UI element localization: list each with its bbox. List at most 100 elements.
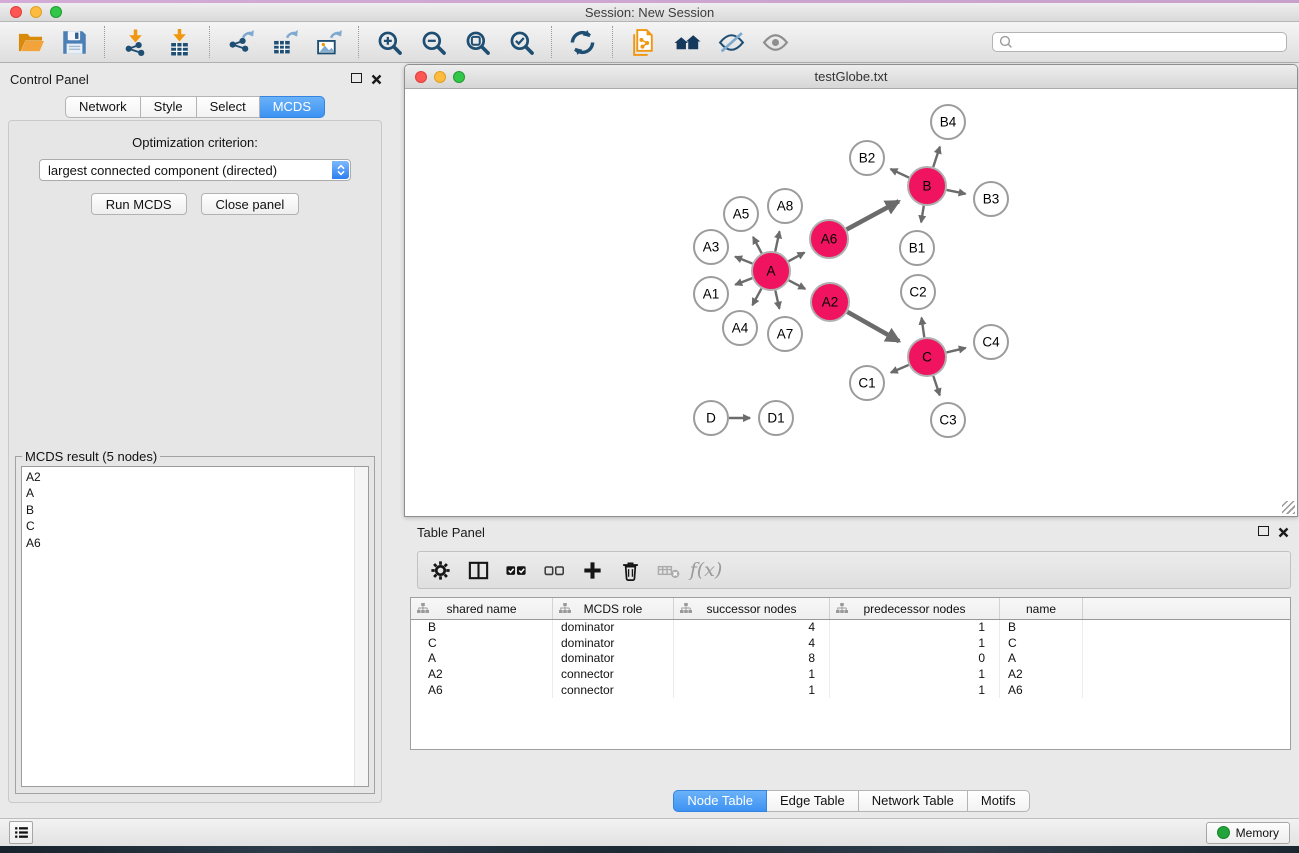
- tab-motifs[interactable]: Motifs: [968, 790, 1030, 812]
- network-from-selection-button[interactable]: [625, 25, 661, 59]
- table-cell[interactable]: A: [411, 651, 553, 667]
- window-close-button[interactable]: [10, 6, 22, 18]
- graph-node-B3[interactable]: B3: [974, 182, 1008, 216]
- graph-edge-B-B4[interactable]: [933, 147, 940, 167]
- graph-edge-A-A6[interactable]: [789, 253, 805, 262]
- tab-network-table[interactable]: Network Table: [859, 790, 968, 812]
- import-table-button[interactable]: [161, 25, 197, 59]
- first-neighbors-button[interactable]: [669, 25, 705, 59]
- graph-node-B2[interactable]: B2: [850, 141, 884, 175]
- graph-edge-A2-C[interactable]: [847, 312, 899, 341]
- table-cell[interactable]: 1: [830, 683, 1000, 699]
- graph-node-C4[interactable]: C4: [974, 325, 1008, 359]
- hide-selected-button[interactable]: [713, 25, 749, 59]
- graph-edge-A-A4[interactable]: [752, 289, 761, 306]
- tab-edge-table[interactable]: Edge Table: [767, 790, 859, 812]
- import-network-button[interactable]: [117, 25, 153, 59]
- graph-node-D[interactable]: D: [694, 401, 728, 435]
- graph-edge-A-A8[interactable]: [775, 231, 779, 251]
- graph-edge-B-B1[interactable]: [921, 206, 924, 223]
- column-header-successor-nodes[interactable]: successor nodes: [674, 598, 830, 619]
- network-graph[interactable]: B4B2BB3B1A5A8A6A3AA1A2C2A4A7CC4C1C3DD1: [405, 89, 1297, 516]
- tab-mcds[interactable]: MCDS: [260, 96, 325, 118]
- table-cell[interactable]: 1: [674, 667, 830, 683]
- column-header-name[interactable]: name: [1000, 598, 1083, 619]
- table-cell[interactable]: 0: [830, 651, 1000, 667]
- close-panel-icon[interactable]: [371, 72, 382, 83]
- toggle-panel-layout-button[interactable]: [466, 557, 490, 583]
- graph-node-C3[interactable]: C3: [931, 403, 965, 437]
- table-cell[interactable]: dominator: [553, 620, 674, 636]
- zoom-out-button[interactable]: [415, 25, 451, 59]
- table-cell[interactable]: dominator: [553, 651, 674, 667]
- resize-grip-icon[interactable]: [1282, 501, 1295, 514]
- table-cell[interactable]: A2: [411, 667, 553, 683]
- table-cell[interactable]: B: [1000, 620, 1083, 636]
- result-scrollbar-track[interactable]: [354, 467, 368, 786]
- table-cell[interactable]: 4: [674, 620, 830, 636]
- table-cell[interactable]: connector: [553, 683, 674, 699]
- export-image-button[interactable]: [310, 25, 346, 59]
- table-cell[interactable]: dominator: [553, 636, 674, 652]
- network-canvas[interactable]: B4B2BB3B1A5A8A6A3AA1A2C2A4A7CC4C1C3DD1: [405, 89, 1297, 516]
- mcds-result-list[interactable]: A2ABCA6: [21, 466, 369, 787]
- add-column-button[interactable]: [580, 557, 604, 583]
- float-panel-icon[interactable]: [351, 73, 362, 83]
- tab-network[interactable]: Network: [65, 96, 141, 118]
- table-cell[interactable]: 4: [674, 636, 830, 652]
- graph-node-A5[interactable]: A5: [724, 197, 758, 231]
- criterion-select[interactable]: largest connected component (directed): [39, 159, 351, 181]
- network-minimize-button[interactable]: [434, 71, 446, 83]
- graph-edge-C-C1[interactable]: [891, 365, 909, 373]
- table-row[interactable]: Bdominator41B: [411, 620, 1290, 636]
- select-all-rows-button[interactable]: [504, 557, 528, 583]
- graph-node-A2[interactable]: A2: [811, 283, 849, 321]
- network-window-titlebar[interactable]: testGlobe.txt: [405, 65, 1297, 89]
- tab-style[interactable]: Style: [141, 96, 197, 118]
- task-history-button[interactable]: [9, 821, 33, 844]
- graph-edge-C-C4[interactable]: [946, 348, 965, 353]
- graph-node-A3[interactable]: A3: [694, 230, 728, 264]
- deselect-all-rows-button[interactable]: [542, 557, 566, 583]
- float-table-panel-icon[interactable]: [1258, 526, 1269, 536]
- table-cell[interactable]: A: [1000, 651, 1083, 667]
- table-settings-button[interactable]: [428, 557, 452, 583]
- window-zoom-button[interactable]: [50, 6, 62, 18]
- graph-node-A1[interactable]: A1: [694, 277, 728, 311]
- table-cell[interactable]: 1: [830, 667, 1000, 683]
- graph-node-A[interactable]: A: [752, 252, 790, 290]
- run-mcds-button[interactable]: Run MCDS: [91, 193, 187, 215]
- graph-node-C[interactable]: C: [908, 338, 946, 376]
- graph-node-A8[interactable]: A8: [768, 189, 802, 223]
- save-session-button[interactable]: [56, 25, 92, 59]
- table-cell[interactable]: 1: [830, 620, 1000, 636]
- graph-edge-B-B3[interactable]: [947, 190, 966, 194]
- zoom-selected-button[interactable]: [503, 25, 539, 59]
- graph-edge-A6-B[interactable]: [847, 201, 899, 229]
- table-cell[interactable]: 1: [674, 683, 830, 699]
- table-row[interactable]: Adominator80A: [411, 651, 1290, 667]
- graph-edge-B-B2[interactable]: [891, 169, 909, 178]
- graph-node-C2[interactable]: C2: [901, 275, 935, 309]
- window-minimize-button[interactable]: [30, 6, 42, 18]
- graph-node-B[interactable]: B: [908, 167, 946, 205]
- table-cell[interactable]: C: [1000, 636, 1083, 652]
- table-cell[interactable]: A6: [1000, 683, 1083, 699]
- table-cell[interactable]: 8: [674, 651, 830, 667]
- table-cell[interactable]: A6: [411, 683, 553, 699]
- graph-node-C1[interactable]: C1: [850, 366, 884, 400]
- column-header-shared-name[interactable]: shared name: [411, 598, 553, 619]
- table-cell[interactable]: 1: [830, 636, 1000, 652]
- memory-button[interactable]: Memory: [1206, 822, 1290, 844]
- show-all-button[interactable]: [757, 25, 793, 59]
- mcds-result-item[interactable]: A6: [26, 535, 368, 551]
- close-table-panel-icon[interactable]: [1278, 525, 1289, 536]
- open-session-button[interactable]: [12, 25, 48, 59]
- column-header-predecessor-nodes[interactable]: predecessor nodes: [830, 598, 1000, 619]
- table-row[interactable]: A6connector11A6: [411, 683, 1290, 699]
- graph-edge-A-A7[interactable]: [775, 291, 779, 309]
- mcds-result-item[interactable]: A: [26, 485, 368, 501]
- export-network-button[interactable]: [222, 25, 258, 59]
- graph-node-B4[interactable]: B4: [931, 105, 965, 139]
- export-table-button[interactable]: [266, 25, 302, 59]
